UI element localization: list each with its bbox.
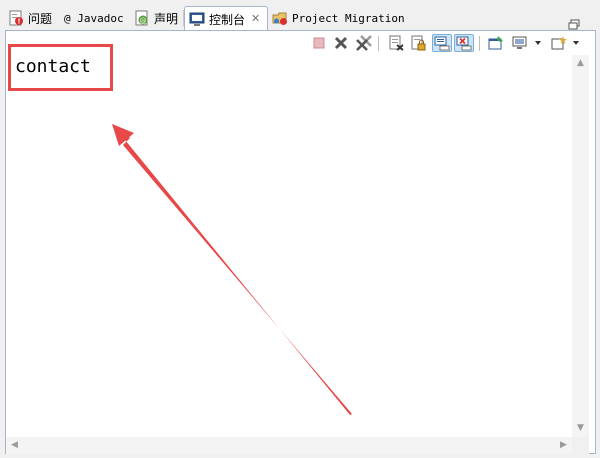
- tab-project-migration-label: Project Migration: [292, 11, 405, 25]
- tab-console[interactable]: 控制台 ✕: [184, 6, 269, 31]
- tab-problems[interactable]: 问题: [8, 6, 52, 30]
- console-panel: contact ▲ ▼ ◀ ▶: [5, 30, 596, 454]
- tab-project-migration[interactable]: Project Migration: [272, 6, 405, 30]
- tab-javadoc[interactable]: @ Javadoc: [64, 6, 124, 30]
- scroll-right-icon[interactable]: ▶: [555, 437, 572, 454]
- tab-declaration-label: 声明: [154, 11, 179, 26]
- scroll-up-icon[interactable]: ▲: [572, 55, 589, 72]
- scroll-left-icon[interactable]: ◀: [6, 437, 23, 454]
- tab-console-label: 控制台: [209, 12, 246, 27]
- console-icon: [189, 11, 205, 27]
- svg-text:@: @: [140, 17, 147, 25]
- scroll-down-icon[interactable]: ▼: [572, 420, 589, 437]
- declaration-icon: @: [134, 10, 150, 26]
- close-icon[interactable]: ✕: [251, 13, 261, 24]
- console-view-window: 问题 @ Javadoc @ 声明 控制台 ✕ Project Migratio…: [0, 0, 600, 458]
- tab-declaration[interactable]: @ 声明: [134, 6, 178, 30]
- restore-view-icon[interactable]: [568, 16, 580, 30]
- project-migration-icon: [272, 10, 288, 26]
- view-tab-bar: 问题 @ Javadoc @ 声明 控制台 ✕ Project Migratio…: [0, 6, 600, 31]
- chevron-down-icon[interactable]: [573, 41, 579, 45]
- console-output-text: contact: [15, 56, 91, 77]
- problems-icon: [8, 10, 24, 26]
- vertical-scrollbar[interactable]: ▲ ▼: [572, 55, 589, 437]
- console-output-area[interactable]: contact: [6, 31, 571, 436]
- horizontal-scrollbar[interactable]: ◀ ▶: [6, 437, 572, 454]
- tab-javadoc-label: @ Javadoc: [64, 11, 124, 25]
- tab-problems-label: 问题: [28, 11, 53, 26]
- scrollbar-corner: [572, 437, 589, 454]
